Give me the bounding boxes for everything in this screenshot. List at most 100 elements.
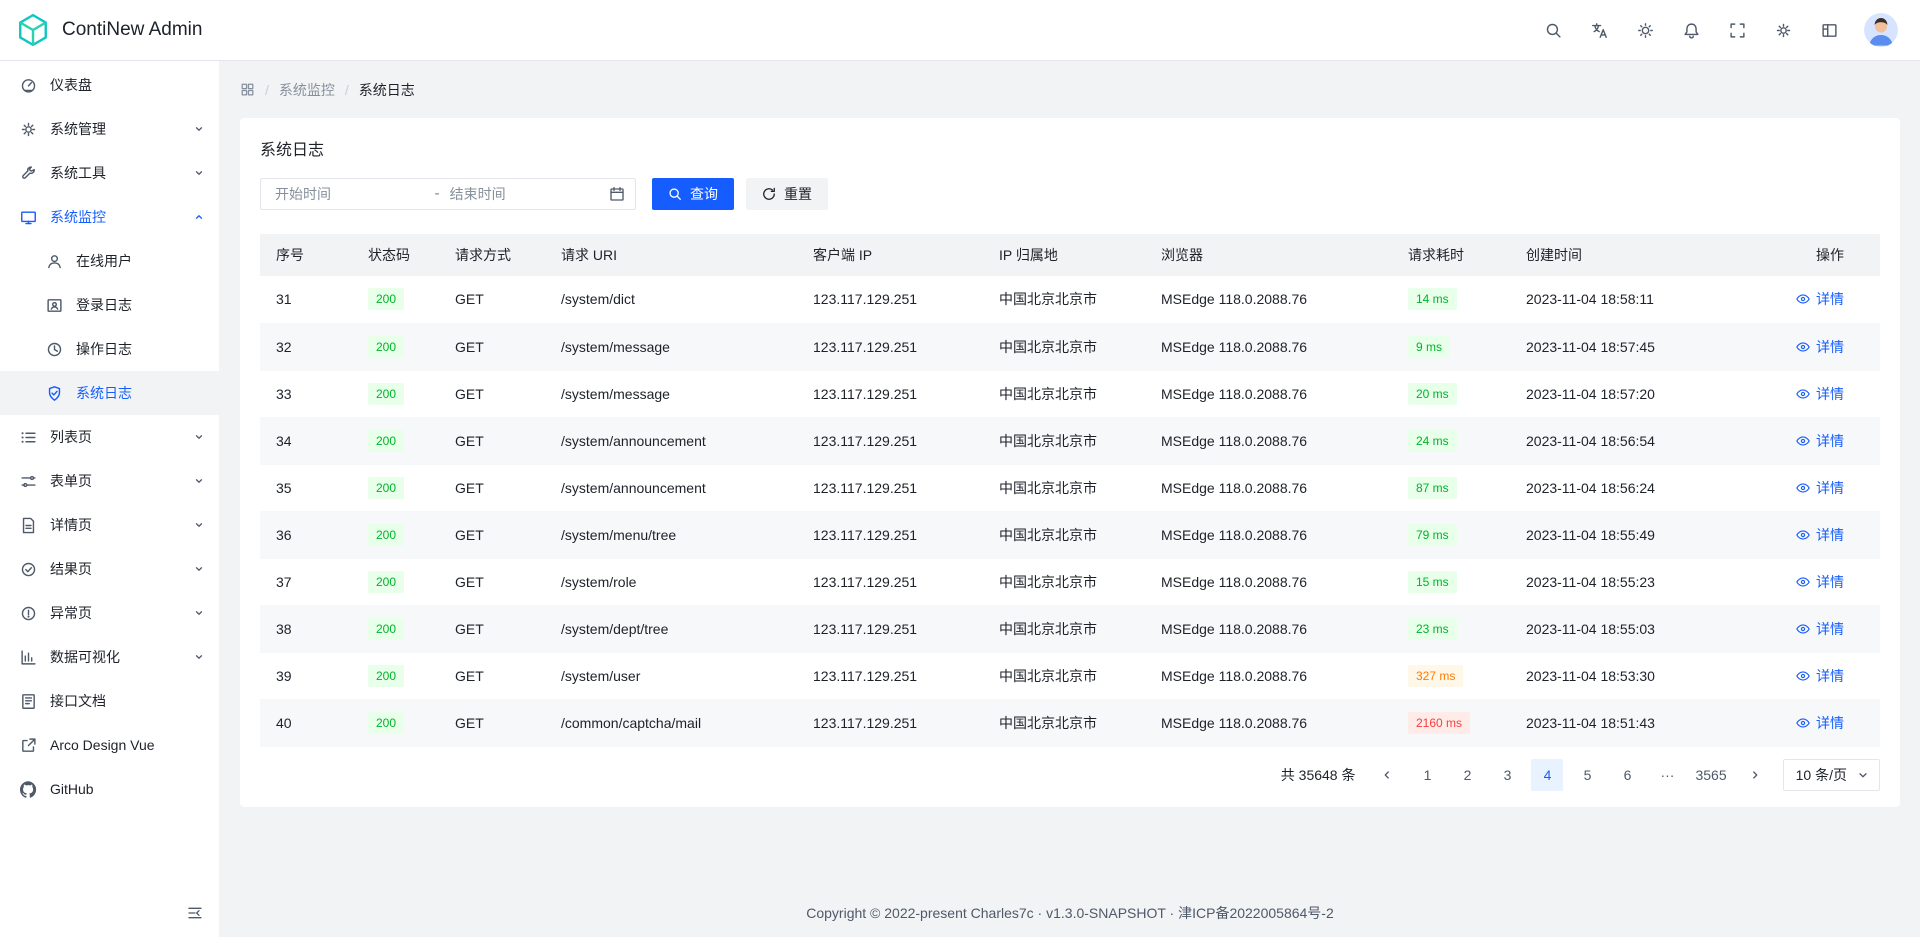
table-row: 40200GET/common/captcha/mail123.117.129.…: [260, 699, 1880, 746]
cell-client-ip: 123.117.129.251: [797, 464, 983, 511]
logo[interactable]: ContiNew Admin: [16, 13, 202, 47]
detail-link[interactable]: 详情: [1796, 289, 1844, 309]
page-button-1[interactable]: 1: [1411, 759, 1443, 791]
detail-link[interactable]: 详情: [1796, 713, 1844, 733]
translate-icon: [1591, 22, 1608, 39]
list-icon: [20, 429, 37, 446]
detail-link[interactable]: 详情: [1796, 384, 1844, 404]
cell-actions: 详情: [1750, 558, 1880, 605]
cell-actions: 详情: [1750, 652, 1880, 699]
sidebar-item-system-tools[interactable]: 系统工具: [0, 151, 219, 195]
cell-created: 2023-11-04 18:57:45: [1510, 323, 1750, 370]
page-button-3565[interactable]: 3565: [1691, 759, 1730, 791]
end-time-input[interactable]: [448, 185, 601, 203]
page-button-4[interactable]: 4: [1531, 759, 1563, 791]
sidebar-item-operation-logs[interactable]: 操作日志: [0, 327, 219, 371]
main-area: / 系统监控 / 系统日志 系统日志 -: [220, 0, 1920, 937]
chevron-down-icon: [193, 563, 205, 575]
sidebar-item-system-management[interactable]: 系统管理: [0, 107, 219, 151]
cell-method: GET: [439, 370, 545, 417]
detail-link[interactable]: 详情: [1796, 525, 1844, 545]
duration-badge: 20 ms: [1408, 383, 1457, 405]
sidebar-item-online-users[interactable]: 在线用户: [0, 239, 219, 283]
detail-link-label: 详情: [1816, 619, 1844, 639]
settings-button[interactable]: [1766, 13, 1800, 47]
sidebar-item-label: 系统监控: [50, 207, 193, 227]
reset-button[interactable]: 重置: [746, 178, 828, 210]
duration-badge: 9 ms: [1408, 336, 1450, 358]
eye-icon: [1796, 434, 1810, 448]
avatar[interactable]: [1864, 13, 1898, 47]
cell-duration: 14 ms: [1392, 276, 1510, 323]
sidebar-item-login-logs[interactable]: 登录日志: [0, 283, 219, 327]
cell-ip-location: 中国北京北京市: [983, 417, 1145, 464]
page-button-5[interactable]: 5: [1571, 759, 1603, 791]
footer: Copyright © 2022-present Charles7c · v1.…: [220, 903, 1920, 937]
cell-uri: /system/message: [545, 370, 797, 417]
cell-created: 2023-11-04 18:57:20: [1510, 370, 1750, 417]
cell-actions: 详情: [1750, 699, 1880, 746]
apps-icon[interactable]: [240, 82, 255, 97]
detail-link[interactable]: 详情: [1796, 666, 1844, 686]
page-button-6[interactable]: 6: [1611, 759, 1643, 791]
detail-link[interactable]: 详情: [1796, 572, 1844, 592]
cell-duration: 24 ms: [1392, 417, 1510, 464]
sidebar-item-result-pages[interactable]: 结果页: [0, 547, 219, 591]
status-badge: 200: [368, 336, 404, 358]
cell-created: 2023-11-04 18:56:24: [1510, 464, 1750, 511]
query-button[interactable]: 查询: [652, 178, 734, 210]
search-button[interactable]: [1536, 13, 1570, 47]
cell-status: 200: [352, 652, 439, 699]
sidebar-item-arco-design-vue[interactable]: Arco Design Vue: [0, 723, 219, 767]
column-header: 请求耗时: [1392, 234, 1510, 276]
column-header: 序号: [260, 234, 352, 276]
sidebar-item-system-logs[interactable]: 系统日志: [0, 371, 219, 415]
cell-client-ip: 123.117.129.251: [797, 605, 983, 652]
sidebar-item-detail-pages[interactable]: 详情页: [0, 503, 219, 547]
date-range-picker[interactable]: -: [260, 178, 636, 210]
sidebar-collapse-button[interactable]: [181, 899, 209, 927]
breadcrumb-item-system-monitor[interactable]: 系统监控: [279, 80, 335, 100]
sidebar-item-system-monitor[interactable]: 系统监控: [0, 195, 219, 239]
cell-browser: MSEdge 118.0.2088.76: [1145, 558, 1392, 605]
page-button-2[interactable]: 2: [1451, 759, 1483, 791]
status-badge: 200: [368, 383, 404, 405]
cell-duration: 9 ms: [1392, 323, 1510, 370]
detail-link[interactable]: 详情: [1796, 478, 1844, 498]
prev-page-button[interactable]: [1371, 759, 1403, 791]
cell-seq: 36: [260, 511, 352, 558]
sidebar-item-form-pages[interactable]: 表单页: [0, 459, 219, 503]
refresh-icon: [762, 187, 776, 201]
translate-button[interactable]: [1582, 13, 1616, 47]
sidebar-item-exception-pages[interactable]: 异常页: [0, 591, 219, 635]
sidebar-item-label: 详情页: [50, 515, 193, 535]
start-time-input[interactable]: [273, 185, 426, 203]
next-page-button[interactable]: [1739, 759, 1771, 791]
cell-status: 200: [352, 511, 439, 558]
doc-icon: [20, 693, 37, 710]
theme-button[interactable]: [1628, 13, 1662, 47]
sidebar-item-dashboard[interactable]: 仪表盘: [0, 63, 219, 107]
cell-uri: /system/announcement: [545, 417, 797, 464]
sidebar-item-data-visualization[interactable]: 数据可视化: [0, 635, 219, 679]
status-badge: 200: [368, 477, 404, 499]
pagination-more-button[interactable]: ···: [1651, 759, 1683, 791]
detail-link[interactable]: 详情: [1796, 337, 1844, 357]
chevron-left-icon: [1381, 769, 1393, 781]
sidebar-item-api-docs[interactable]: 接口文档: [0, 679, 219, 723]
cell-ip-location: 中国北京北京市: [983, 323, 1145, 370]
page-button-3[interactable]: 3: [1491, 759, 1523, 791]
sidebar-item-list-pages[interactable]: 列表页: [0, 415, 219, 459]
cell-seq: 37: [260, 558, 352, 605]
settings-icon: [1775, 22, 1792, 39]
fullscreen-button[interactable]: [1720, 13, 1754, 47]
exception-icon: [20, 605, 37, 622]
eye-icon: [1796, 481, 1810, 495]
sidebar-item-github[interactable]: GitHub: [0, 767, 219, 811]
layout-button[interactable]: [1812, 13, 1846, 47]
notification-button[interactable]: [1674, 13, 1708, 47]
cell-seq: 31: [260, 276, 352, 323]
detail-link[interactable]: 详情: [1796, 619, 1844, 639]
page-size-select[interactable]: 10 条/页: [1783, 759, 1880, 791]
detail-link[interactable]: 详情: [1796, 431, 1844, 451]
